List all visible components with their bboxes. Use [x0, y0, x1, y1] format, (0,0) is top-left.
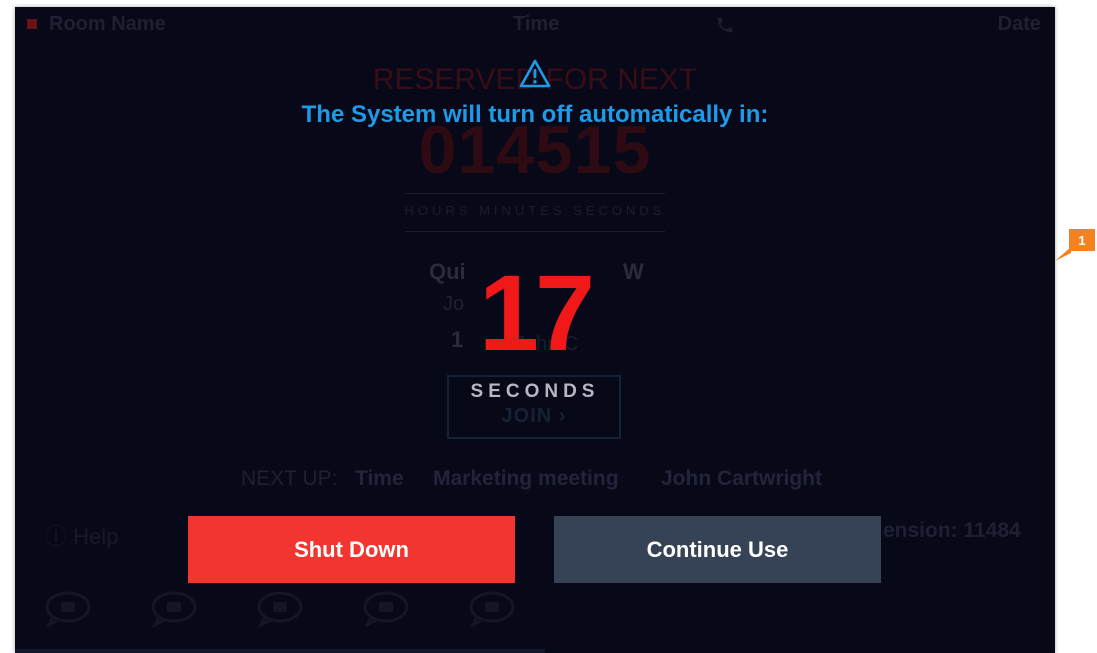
shut-down-button[interactable]: Shut Down	[188, 516, 515, 583]
warning-icon	[519, 59, 551, 94]
countdown-value: 17	[478, 252, 595, 373]
auto-shutdown-dialog: The System will turn off automatically i…	[15, 7, 1055, 653]
shutdown-message: The System will turn off automatically i…	[301, 101, 769, 128]
countdown-unit: SECONDS	[470, 381, 600, 402]
touch-panel-screen: Room Name Time Date RESERVED FOR NEXT 01…	[15, 7, 1055, 653]
annotation-callout: 1	[1055, 227, 1097, 268]
callout-marker-icon: 1	[1055, 229, 1095, 261]
callout-number: 1	[1078, 233, 1085, 248]
continue-use-button[interactable]: Continue Use	[554, 516, 881, 583]
